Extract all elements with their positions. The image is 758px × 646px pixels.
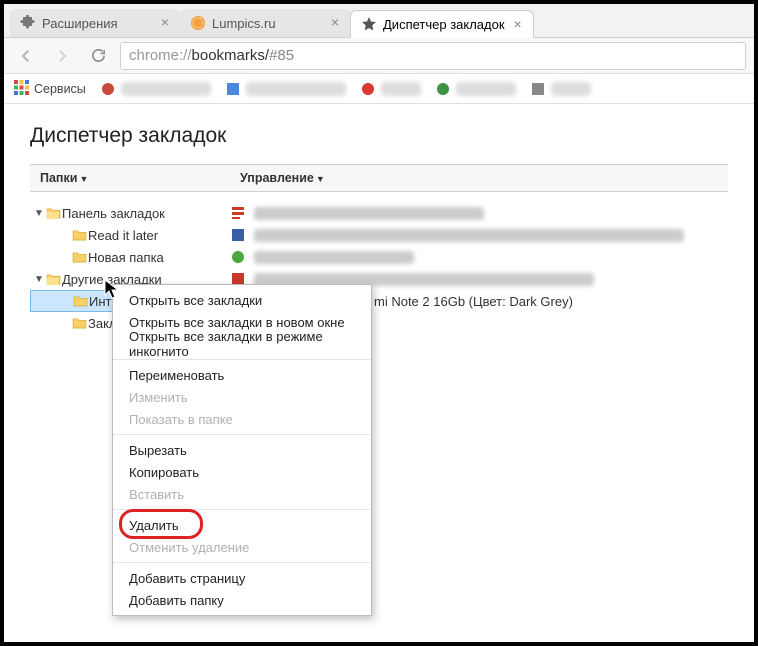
- tab-lumpics[interactable]: Lumpics.ru ×: [180, 9, 350, 37]
- menu-open-all-incognito[interactable]: Открыть все закладки в режиме инкогнито: [113, 333, 371, 355]
- bookmark-item[interactable]: [360, 81, 421, 97]
- highlight-ring: [119, 509, 203, 539]
- back-button[interactable]: [12, 42, 40, 70]
- blurred-text: [254, 207, 484, 220]
- header-row: Папки▼ Управление▼: [30, 164, 728, 192]
- blurred-text: [551, 82, 591, 96]
- tab-extensions[interactable]: Расширения ×: [10, 9, 180, 37]
- puzzle-icon: [20, 15, 36, 31]
- blurred-text: [254, 229, 684, 242]
- forward-button[interactable]: [48, 42, 76, 70]
- favicon: [230, 227, 246, 243]
- tab-bookmark-manager[interactable]: Диспетчер закладок ×: [350, 10, 534, 38]
- folder-icon: [70, 229, 88, 241]
- close-icon[interactable]: ×: [511, 17, 525, 31]
- manage-column-header[interactable]: Управление▼: [230, 171, 325, 185]
- bookmark-item[interactable]: [435, 81, 516, 97]
- blurred-text: [121, 82, 211, 96]
- folders-column-header[interactable]: Папки▼: [30, 171, 230, 185]
- tree-item-bookmarks-bar[interactable]: ▼ Панель закладок: [30, 202, 230, 224]
- expand-icon[interactable]: ▼: [34, 274, 44, 285]
- menu-separator: [113, 434, 371, 435]
- services-button[interactable]: Сервисы: [14, 80, 86, 98]
- star-icon: [361, 16, 377, 32]
- apps-icon: [14, 80, 29, 98]
- bookmark-item[interactable]: [530, 81, 591, 97]
- services-label: Сервисы: [34, 82, 86, 96]
- menu-separator: [113, 359, 371, 360]
- tree-label: Панель закладок: [62, 206, 165, 221]
- menu-paste: Вставить: [113, 483, 371, 505]
- menu-open-all[interactable]: Открыть все закладки: [113, 289, 371, 311]
- orange-icon: [190, 15, 206, 31]
- url-hash: #85: [269, 47, 294, 64]
- folder-icon: [70, 317, 88, 329]
- tab-label: Диспетчер закладок: [383, 17, 505, 32]
- favicon: [360, 81, 376, 97]
- favicon: [225, 81, 241, 97]
- url-path: bookmarks/: [192, 47, 270, 64]
- menu-cut[interactable]: Вырезать: [113, 439, 371, 461]
- tab-strip: Расширения × Lumpics.ru × Диспетчер закл…: [4, 4, 754, 38]
- menu-separator: [113, 562, 371, 563]
- favicon: [100, 81, 116, 97]
- list-item[interactable]: [230, 224, 728, 246]
- page-title: Диспетчер закладок: [30, 124, 728, 148]
- tab-label: Расширения: [42, 16, 118, 31]
- bookmark-item[interactable]: [225, 81, 346, 97]
- tree-item-read-it-later[interactable]: Read it later: [30, 224, 230, 246]
- bookmarks-bar: Сервисы: [4, 74, 754, 104]
- context-menu: Открыть все закладки Открыть все закладк…: [112, 284, 372, 616]
- tree-item-new-folder[interactable]: Новая папка: [30, 246, 230, 268]
- menu-edit: Изменить: [113, 386, 371, 408]
- tree-label: Read it later: [88, 228, 158, 243]
- blurred-text: [246, 82, 346, 96]
- menu-show-in-folder: Показать в папке: [113, 408, 371, 430]
- url-scheme: chrome://: [129, 47, 192, 64]
- menu-rename[interactable]: Переименовать: [113, 364, 371, 386]
- favicon: [230, 249, 246, 265]
- folder-icon: [70, 251, 88, 263]
- address-bar[interactable]: chrome://bookmarks/#85: [120, 42, 746, 70]
- favicon: [230, 205, 246, 221]
- folders-label: Папки: [40, 171, 77, 185]
- favicon: [435, 81, 451, 97]
- list-item[interactable]: [230, 246, 728, 268]
- blurred-text: [381, 82, 421, 96]
- close-icon[interactable]: ×: [158, 15, 172, 29]
- menu-add-page[interactable]: Добавить страницу: [113, 567, 371, 589]
- toolbar: chrome://bookmarks/#85: [4, 38, 754, 74]
- folder-open-icon: [44, 207, 62, 219]
- chevron-down-icon: ▼: [316, 174, 325, 184]
- list-item[interactable]: [230, 202, 728, 224]
- reload-button[interactable]: [84, 42, 112, 70]
- chevron-down-icon: ▼: [79, 174, 88, 184]
- tree-label: Новая папка: [88, 250, 164, 265]
- favicon: [530, 81, 546, 97]
- blurred-text: [254, 251, 414, 264]
- close-icon[interactable]: ×: [328, 15, 342, 29]
- blurred-text: [456, 82, 516, 96]
- folder-icon: [71, 295, 89, 307]
- menu-add-folder[interactable]: Добавить папку: [113, 589, 371, 611]
- menu-copy[interactable]: Копировать: [113, 461, 371, 483]
- bookmark-item[interactable]: [100, 81, 211, 97]
- expand-icon[interactable]: ▼: [34, 208, 44, 219]
- folder-open-icon: [44, 273, 62, 285]
- tab-label: Lumpics.ru: [212, 16, 276, 31]
- manage-label: Управление: [240, 171, 314, 185]
- tree-label: Инт: [89, 294, 111, 309]
- menu-undo-delete: Отменить удаление: [113, 536, 371, 558]
